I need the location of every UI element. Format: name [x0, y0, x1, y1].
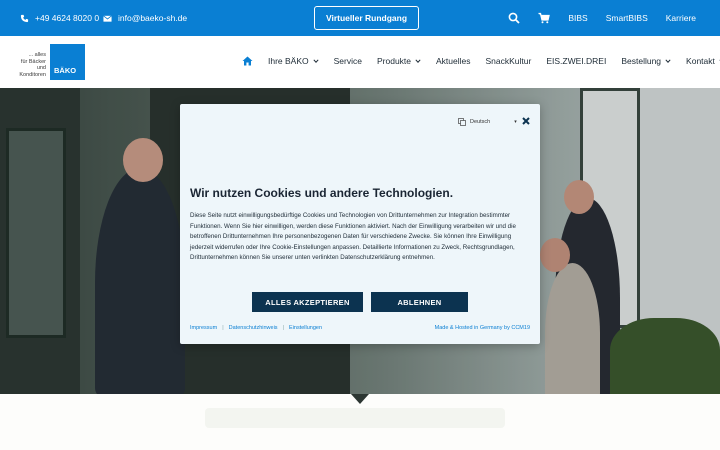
- link-impressum[interactable]: Impressum: [190, 325, 217, 331]
- main-header: ... alles für Bäcker und Konditoren BÄKO…: [0, 36, 720, 88]
- email-address: info@baeko-sh.de: [118, 13, 188, 23]
- divider: |: [222, 325, 224, 331]
- baeko-logo[interactable]: ... alles für Bäcker und Konditoren BÄKO: [14, 44, 88, 80]
- nav-item-ihre-baeko[interactable]: Ihre BÄKO: [268, 56, 319, 66]
- top-right-links: BIBS SmartBIBS Karriere: [508, 12, 696, 24]
- nav-item-bestellung[interactable]: Bestellung: [621, 56, 671, 66]
- chevron-down-icon: [313, 59, 319, 63]
- link-datenschutzhinweis[interactable]: Datenschutzhinweis: [229, 325, 278, 331]
- main-nav: Ihre BÄKO Service Produkte Aktuelles Sna…: [242, 56, 720, 66]
- logo-tagline: ... alles für Bäcker und Konditoren: [19, 52, 46, 78]
- home-icon: [242, 56, 253, 66]
- nav-item-aktuelles[interactable]: Aktuelles: [436, 56, 471, 66]
- phone-number: +49 4624 8020 0: [35, 13, 100, 23]
- link-karriere[interactable]: Karriere: [666, 13, 696, 23]
- virtual-tour-button[interactable]: Virtueller Rundgang: [314, 6, 419, 30]
- decline-button[interactable]: ABLEHNEN: [371, 292, 468, 312]
- mail-icon: [103, 14, 112, 22]
- logo-mark: BÄKO: [50, 44, 85, 80]
- cookie-consent-dialog: Deutsch ▾ Wir nutzen Cookies und andere …: [180, 104, 540, 344]
- cart-icon[interactable]: [538, 12, 551, 24]
- faded-heading: [205, 408, 505, 428]
- nav-item-snackkultur[interactable]: SnackKultur: [486, 56, 532, 66]
- nav-item-service[interactable]: Service: [334, 56, 362, 66]
- link-bibs[interactable]: BIBS: [568, 13, 587, 23]
- accept-all-button[interactable]: ALLES AKZEPTIEREN: [252, 292, 363, 312]
- chevron-down-icon: [665, 59, 671, 63]
- email-contact[interactable]: info@baeko-sh.de: [103, 13, 187, 23]
- link-smartbibs[interactable]: SmartBIBS: [606, 13, 648, 23]
- cookie-body-text: Diese Seite nutzt einwilligungsbedürftig…: [190, 212, 516, 261]
- chevron-down-icon: [415, 59, 421, 63]
- close-icon[interactable]: [521, 116, 531, 126]
- language-select[interactable]: Deutsch ▾: [458, 118, 517, 126]
- cookie-footer-links: Impressum | Datenschutzhinweis | Einstel…: [190, 325, 322, 331]
- nav-item-produkte[interactable]: Produkte: [377, 56, 421, 66]
- phone-contact[interactable]: +49 4624 8020 0: [20, 13, 99, 23]
- cookie-title: Wir nutzen Cookies und andere Technologi…: [190, 186, 454, 200]
- language-icon: [458, 118, 466, 126]
- language-value: Deutsch: [470, 119, 491, 125]
- caret-down-icon: ▾: [514, 119, 517, 125]
- phone-icon: [20, 14, 29, 22]
- scroll-down-indicator[interactable]: [351, 394, 369, 404]
- nav-item-eis-zwei-drei[interactable]: EIS.ZWEI.DREI: [546, 56, 606, 66]
- nav-home[interactable]: [242, 56, 253, 66]
- divider: |: [282, 325, 284, 331]
- hosted-by-link[interactable]: Made & Hosted in Germany by CCM19: [435, 325, 530, 331]
- nav-item-kontakt[interactable]: Kontakt: [686, 56, 720, 66]
- link-einstellungen[interactable]: Einstellungen: [289, 325, 322, 331]
- search-icon[interactable]: [508, 12, 520, 24]
- top-bar: +49 4624 8020 0 info@baeko-sh.de Virtuel…: [0, 0, 720, 36]
